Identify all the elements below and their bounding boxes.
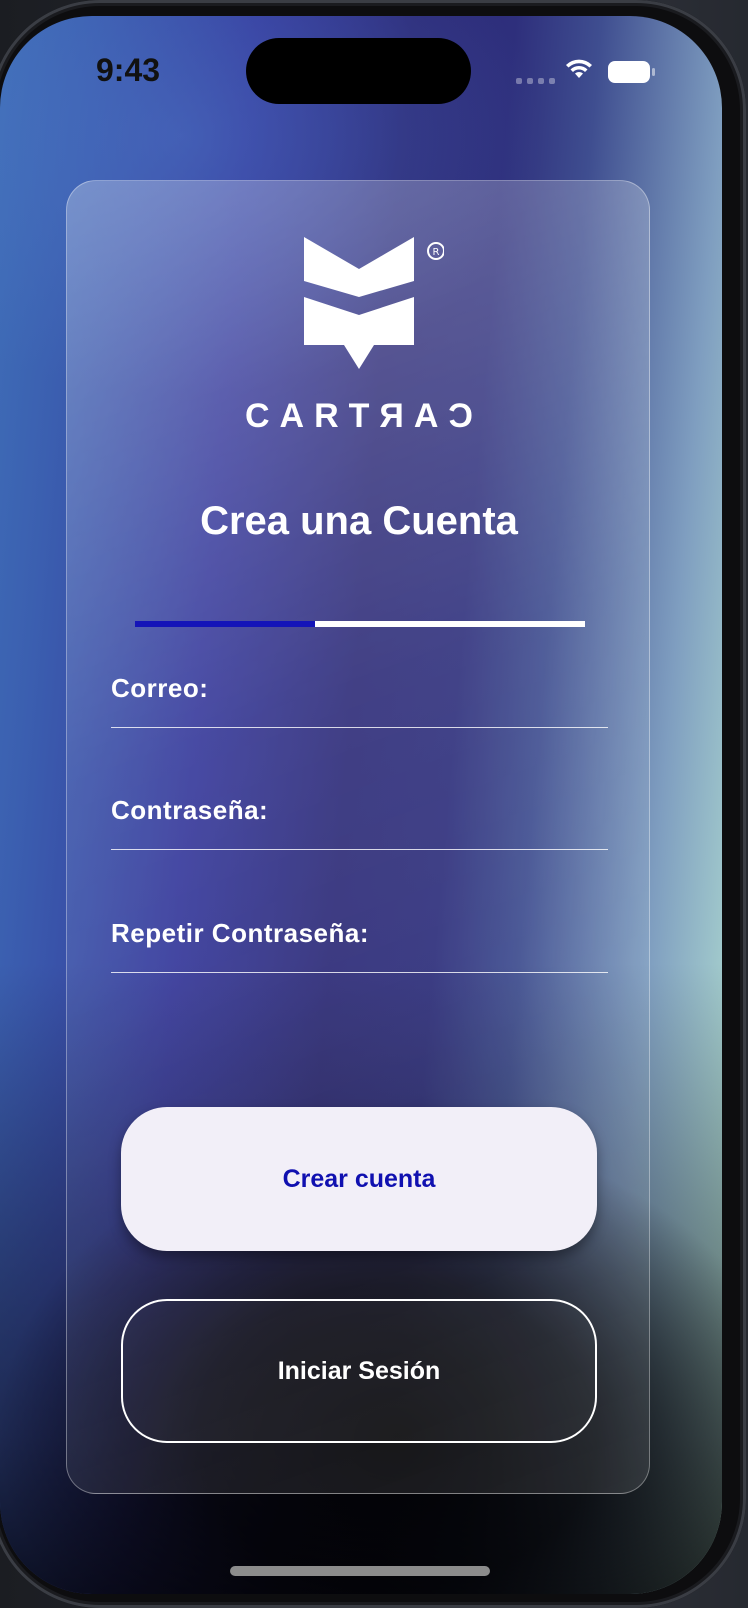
registered-mark: R bbox=[433, 247, 440, 258]
page-title: Crea una Cuenta bbox=[200, 499, 518, 543]
brand-wordmark: CARTЯAƆ bbox=[245, 397, 483, 435]
book-logo-icon: R bbox=[304, 237, 444, 369]
dynamic-island bbox=[246, 38, 471, 104]
sign-in-label: Iniciar Sesión bbox=[277, 1356, 441, 1385]
email-field[interactable]: Correo: bbox=[111, 673, 612, 728]
step-progress-bar bbox=[135, 621, 585, 627]
wifi-icon bbox=[566, 59, 592, 78]
email-input[interactable] bbox=[111, 673, 612, 725]
signup-card: R CARTЯAƆ Crea una Cuenta Correo: Contra… bbox=[66, 180, 650, 1494]
password-field[interactable]: Contraseña: bbox=[111, 795, 612, 850]
repeat-password-field[interactable]: Repetir Contraseña: bbox=[111, 918, 612, 973]
battery-icon bbox=[608, 61, 655, 83]
status-time: 9:43 bbox=[96, 52, 161, 88]
sign-in-button[interactable]: Iniciar Sesión bbox=[121, 1299, 597, 1443]
create-account-label: Crear cuenta bbox=[282, 1164, 436, 1193]
device: 9:43 R CARTЯAƆ Crea una Cuenta Correo: C… bbox=[0, 0, 748, 1608]
repeat-password-input[interactable] bbox=[111, 918, 612, 970]
home-indicator[interactable] bbox=[230, 1566, 490, 1576]
password-input[interactable] bbox=[111, 795, 612, 847]
screen: 9:43 R CARTЯAƆ Crea una Cuenta Correo: C… bbox=[0, 16, 722, 1594]
step-progress-fill bbox=[135, 621, 315, 627]
cellular-signal-icon bbox=[516, 78, 555, 84]
brand-logo: R CARTЯAƆ bbox=[67, 237, 651, 436]
status-bar: 9:43 bbox=[0, 16, 722, 126]
create-account-button[interactable]: Crear cuenta bbox=[121, 1107, 597, 1251]
